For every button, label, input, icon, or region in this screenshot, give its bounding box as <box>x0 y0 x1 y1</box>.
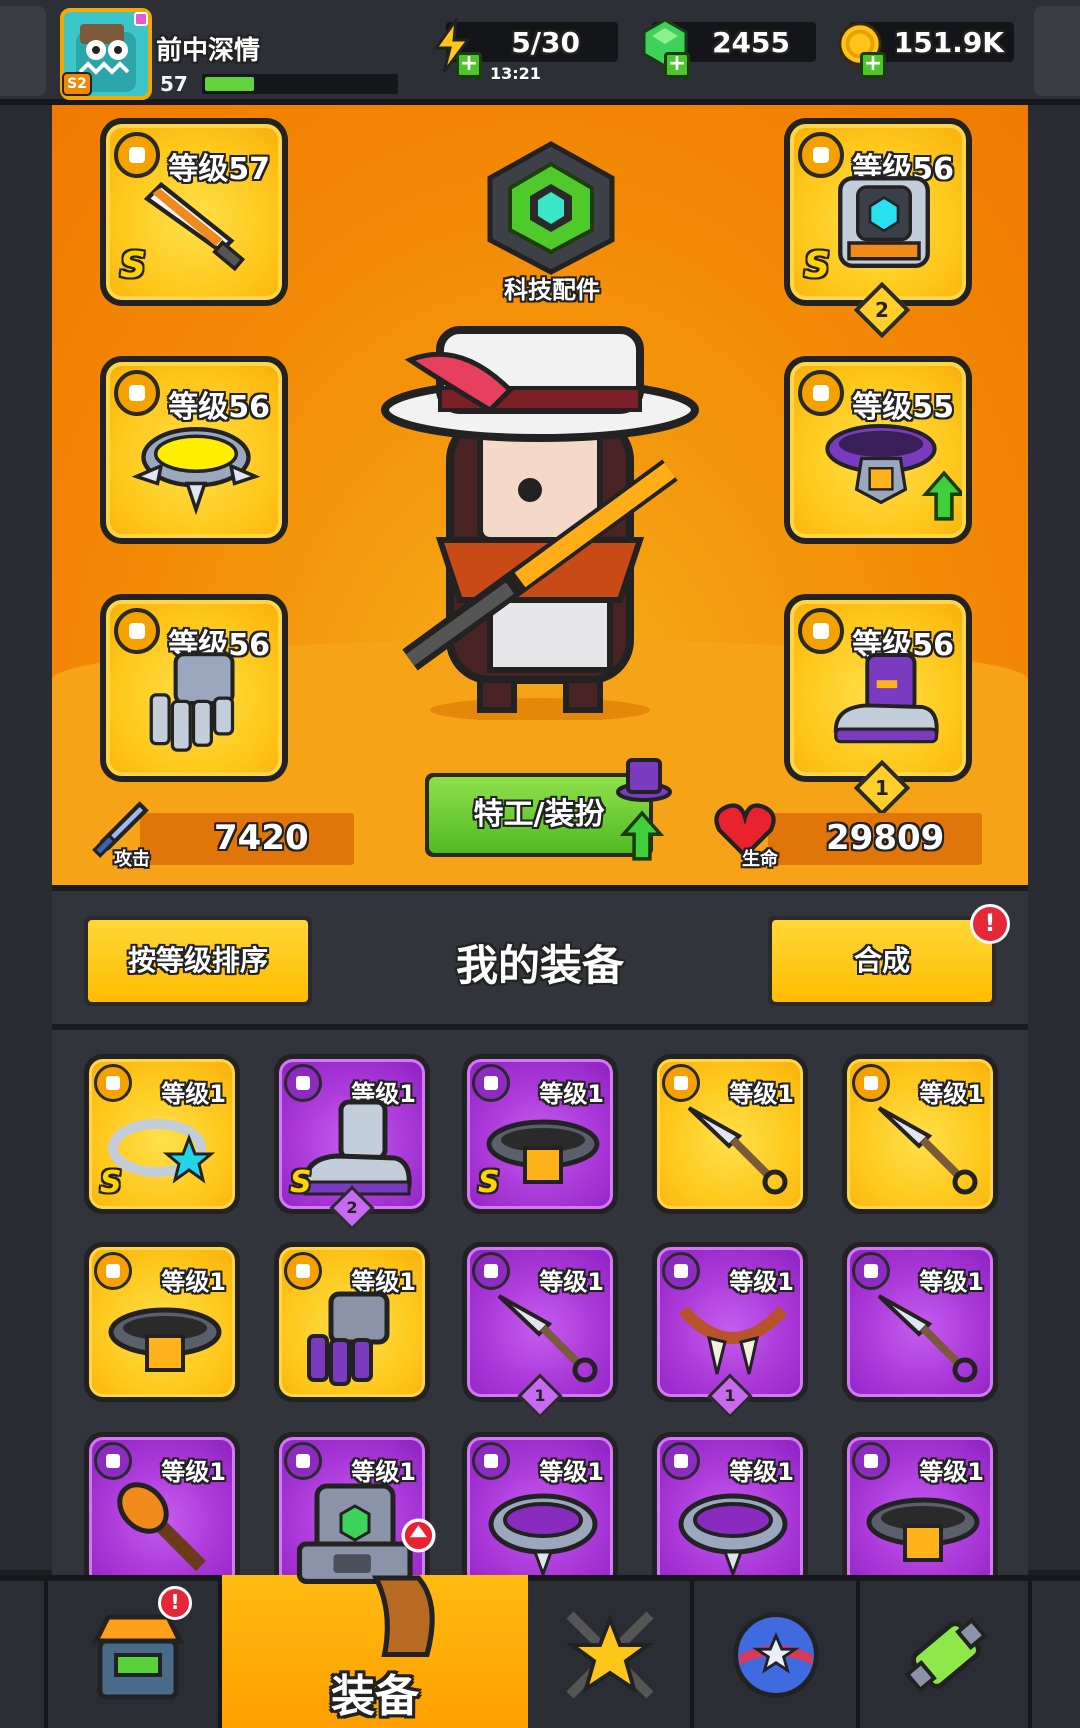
coin-value: 151.9K <box>893 26 1004 59</box>
inventory-item[interactable]: 等级1 <box>842 1432 998 1592</box>
add-gems-button[interactable]: + <box>664 52 690 78</box>
equipped-boots-slot[interactable]: 等级56 <box>784 594 972 782</box>
inventory-item[interactable]: 等级1 <box>274 1242 430 1402</box>
badge-count: 1 <box>724 1386 736 1405</box>
right-frame <box>1028 105 1080 1570</box>
equipped-gloves-slot[interactable]: 等级56 <box>100 594 288 782</box>
nav-edge-left <box>0 1581 48 1728</box>
boot-icon <box>833 653 939 744</box>
sort-button-label: 按等级排序 <box>88 920 308 1002</box>
inventory-item[interactable]: 等级1 <box>462 1432 618 1592</box>
shop-alert-badge: ! <box>158 1586 192 1620</box>
equipped-armor-slot[interactable]: 等级56 S <box>784 118 972 306</box>
nav-tab-talents[interactable] <box>694 1581 860 1728</box>
inventory-item-frame: 等级1 <box>657 1059 803 1209</box>
inventory-item[interactable]: 等级1 S <box>84 1054 240 1214</box>
energy-value: 5/30 <box>511 26 580 59</box>
nav-equipment-label: 装备 <box>331 1671 419 1722</box>
rank-label: S <box>804 245 830 286</box>
equipped-necklace-slot[interactable]: 等级56 <box>100 356 288 544</box>
nav-tab-shop[interactable] <box>48 1581 222 1728</box>
add-energy-button[interactable]: + <box>456 52 482 78</box>
mace-icon <box>117 1482 206 1571</box>
tech-part-label: 科技配件 <box>504 276 600 304</box>
health-label: 生命 <box>742 849 778 870</box>
inventory-item[interactable]: 等级1 <box>842 1054 998 1214</box>
inventory-item-frame: 等级1 <box>89 1247 235 1397</box>
gear-title: 我的装备 <box>455 941 624 990</box>
badge-count: 1 <box>875 776 889 800</box>
shop-icon <box>91 1614 185 1700</box>
merge-button[interactable]: 合成 <box>768 916 996 1006</box>
inventory-item-frame: 等级1 <box>847 1247 993 1397</box>
spiked-collar-icon <box>488 1493 598 1579</box>
xp-bar-fill <box>205 77 254 91</box>
inventory-item[interactable]: 等级1 <box>84 1242 240 1402</box>
inventory-item[interactable]: 等级1 S <box>462 1054 618 1214</box>
equipped-belt-slot[interactable]: 等级55 <box>784 356 972 544</box>
sort-by-level-button[interactable]: 按等级排序 <box>84 916 312 1006</box>
dna-capsule-icon <box>904 1617 988 1693</box>
left-menu-edge-button[interactable] <box>0 6 46 96</box>
spiked-collar-icon <box>678 1493 788 1579</box>
tech-part-slot[interactable] <box>484 140 618 276</box>
gauntlet-icon <box>149 652 235 752</box>
inventory-item[interactable]: 等级1 <box>652 1432 808 1592</box>
merge-button-label: 合成 <box>772 920 992 1002</box>
nav-tab-skills[interactable] <box>528 1581 694 1728</box>
attack-label: 攻击 <box>114 849 150 870</box>
inventory-item[interactable]: 等级1 <box>652 1054 808 1214</box>
inventory-item-frame: 等级1 <box>279 1247 425 1397</box>
star-orb-icon <box>733 1612 819 1698</box>
belt-icon <box>866 1497 980 1562</box>
season-badge: S2 <box>62 72 92 96</box>
player-name: 前中深情 <box>156 36 261 66</box>
inventory-item-frame: 等级1 <box>467 1437 613 1587</box>
upgrade-arrow-icon <box>620 810 664 861</box>
merge-alert-badge: ! <box>970 904 1010 944</box>
kunai-icon <box>877 1294 978 1383</box>
armor-icon <box>838 176 930 268</box>
player-level: 57 <box>160 72 188 96</box>
badge-count: 2 <box>346 1198 358 1217</box>
inventory-item-frame: 等级1 S <box>89 1059 235 1209</box>
equipped-weapon-slot[interactable]: 等级57 S <box>100 118 288 306</box>
crossed-swords-star-icon <box>565 1611 655 1699</box>
inventory-item[interactable]: 等级1 <box>842 1242 998 1402</box>
hero-character[interactable] <box>380 320 700 720</box>
badge-count: 1 <box>534 1386 546 1405</box>
energy-timer: 13:21 <box>490 64 541 83</box>
rank-label: S <box>478 1165 500 1200</box>
gauntlet-icon <box>307 1291 390 1386</box>
inventory-item-frame: 等级1 <box>847 1437 993 1587</box>
attack-value: 7420 <box>214 818 309 858</box>
rank-label: S <box>100 1165 122 1200</box>
kunai-icon <box>877 1106 978 1195</box>
kunai-icon <box>687 1106 788 1195</box>
avatar-corner-icon <box>134 12 148 26</box>
inventory-item-frame: 等级1 S <box>467 1059 613 1209</box>
rank-label: S <box>120 245 146 286</box>
inventory-item[interactable]: 等级1 <box>84 1432 240 1592</box>
rank-label: S <box>290 1165 312 1200</box>
top-hat-icon <box>616 758 672 802</box>
inventory-item-frame: 等级1 <box>847 1059 993 1209</box>
gem-value: 2455 <box>712 26 790 59</box>
revolver-icon <box>296 1518 436 1658</box>
health-value: 29809 <box>826 818 945 858</box>
nav-edge-right <box>1032 1581 1080 1728</box>
inventory-item-frame: 等级1 <box>657 1437 803 1587</box>
belt-icon <box>108 1307 222 1372</box>
upgrade-arrow-icon <box>922 470 962 521</box>
spiked-collar-icon <box>131 427 261 516</box>
badge-count: 2 <box>875 298 889 322</box>
nav-tab-evolution[interactable] <box>860 1581 1032 1728</box>
inventory-item-frame: 等级1 <box>89 1437 235 1587</box>
left-frame <box>0 105 52 1570</box>
right-menu-edge-button[interactable] <box>1034 6 1080 96</box>
